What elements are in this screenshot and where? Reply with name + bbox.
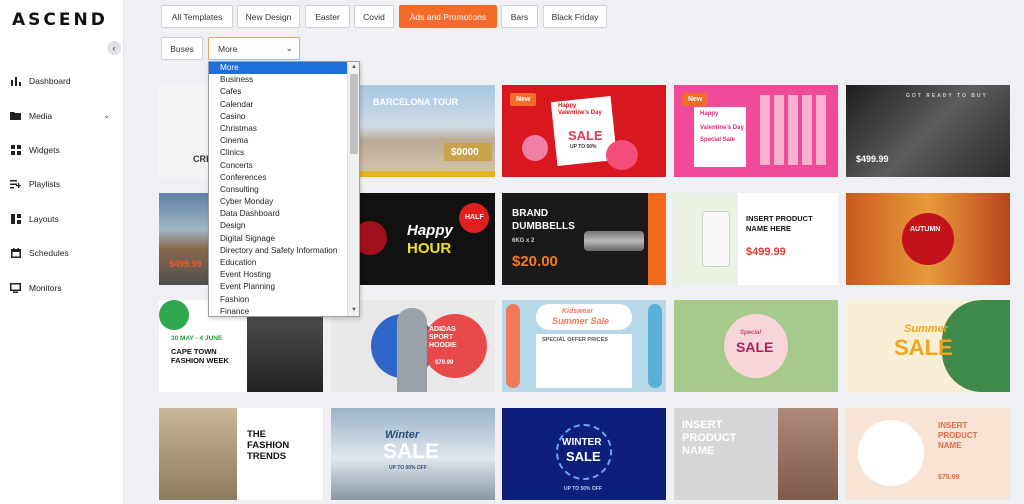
template-card-valentine-pink[interactable]: New Happy Valentine's Day Special Sale [674,85,838,177]
template-card-cosmetics[interactable]: INSERT PRODUCT NAME $75.99 [846,408,1010,500]
folder-icon [10,110,21,121]
template-card-kidswear[interactable]: Kidswear Summer Sale SPECIAL OFFER PRICE… [502,300,666,392]
dropdown-option[interactable]: Digital Signage [209,233,348,245]
dropdown-option[interactable]: Conferences [209,172,348,184]
dumbbell-image [584,231,644,251]
sidebar: ASCEND ‹ Dashboard Media ⌄ Widgets Playl… [0,0,124,504]
template-card-dumbbells[interactable]: BRAND DUMBBELLS 6KG x 2 $20.00 [502,193,666,285]
template-card-winter-sale-blue[interactable]: WINTER SALE UP TO 50% OFF [502,408,666,500]
sidebar-item-label: Dashboard [29,76,71,87]
heart-tiles [760,95,826,165]
sidebar-item-label: Layouts [29,213,59,224]
sidebar-item-label: Media [29,110,53,121]
surfboard-right [648,304,662,388]
grid-icon [10,144,21,155]
template-card-special-sale[interactable]: Special SALE [674,300,838,392]
template-card-summer-sale[interactable]: Summer SALE [846,300,1010,392]
autumn-circle [902,213,954,265]
layout-icon [10,213,21,224]
sidebar-item-label: Monitors [29,282,62,293]
template-card-autumn[interactable]: AUTUMN [846,193,1010,285]
dropdown-option[interactable]: Design [209,220,348,232]
sidebar-item-schedules[interactable]: Schedules [0,236,124,270]
sidebar-item-media[interactable]: Media ⌄ [0,98,124,132]
template-card-product[interactable]: INSERT PRODUCT NAME HERE $499.99 [674,193,838,285]
category-select-value: More [218,43,238,54]
dropdown-option[interactable]: Cinema [209,135,348,147]
dropdown-option[interactable]: Directory and Safety Information [209,245,348,257]
calendar-icon [10,248,21,259]
scroll-up-icon[interactable]: ▲ [348,62,359,73]
monitor-icon [10,282,21,293]
sidebar-item-widgets[interactable]: Widgets [0,133,124,167]
template-card-winter-sale[interactable]: Winter SALE UP TO 50% OFF [331,408,495,500]
bar-chart-icon [10,76,21,87]
template-card-valentine-sale[interactable]: New Happy Valentine's Day SALE UP TO 50% [502,85,666,177]
new-badge: New [510,93,537,106]
playlist-icon [10,179,21,190]
dropdown-option[interactable]: Fashion [209,294,348,306]
dropdown-scrollbar[interactable]: ▲ ▼ [347,62,359,316]
template-card-car[interactable]: GOT READY TO BUY $499.99 [846,85,1010,177]
product-bottle [702,211,730,267]
filter-buses[interactable]: Buses [161,37,203,60]
filter-bars[interactable]: Bars [501,5,538,28]
chevron-down-icon[interactable]: ⌄ [103,111,110,120]
chevron-down-icon: ⌄ [285,43,293,53]
dropdown-option[interactable]: Finance [209,306,348,316]
fashion-photo [159,408,237,500]
template-card-fashion-trends[interactable]: THE FASHION TRENDS [159,408,323,500]
sidebar-item-label: Playlists [29,179,61,190]
filter-black-friday[interactable]: Black Friday [543,5,607,28]
filter-easter[interactable]: Easter [305,5,350,28]
sidebar-nav: Dashboard Media ⌄ Widgets Playlists Layo… [0,64,124,305]
scroll-down-icon[interactable]: ▼ [348,305,359,316]
dropdown-option[interactable]: Consulting [209,184,348,196]
dropdown-option[interactable]: Christmas [209,123,348,135]
chevron-left-icon[interactable]: ‹ [107,41,121,55]
green-dot [159,300,189,330]
dropdown-option[interactable]: Data Dashboard [209,208,348,220]
dropdown-option[interactable]: Business [209,74,348,86]
filter-all-templates[interactable]: All Templates [161,5,233,28]
dropdown-option[interactable]: Event Hosting [209,269,348,281]
dropdown-option[interactable]: Event Planning [209,281,348,293]
dropdown-option[interactable]: More [209,62,348,75]
heart-icon [606,140,638,170]
sidebar-item-dashboard[interactable]: Dashboard [0,64,124,98]
heart-icon [522,135,548,161]
surfboard-left [506,304,520,388]
sidebar-item-monitors[interactable]: Monitors [0,270,124,304]
template-card-skincare[interactable]: INSERT PRODUCT NAME [674,408,838,500]
dropdown-option[interactable]: Casino [209,111,348,123]
filter-ads-and-promotions[interactable]: Ads and Promotions [399,5,497,28]
product-circle [858,420,924,486]
dropdown-option[interactable]: Clinics [209,147,348,159]
filter-covid[interactable]: Covid [354,5,394,28]
scrollbar-thumb[interactable] [350,74,358,154]
accent-strip [648,193,666,285]
dropdown-option[interactable]: Cyber Monday [209,196,348,208]
dropdown-option[interactable]: Concerts [209,160,348,172]
model-photo [397,308,427,392]
sidebar-item-playlists[interactable]: Playlists [0,167,124,201]
dropdown-options: More Business Cafes Calendar Casino Chri… [209,62,348,316]
category-select[interactable]: More ⌄ [208,37,300,60]
sidebar-item-layouts[interactable]: Layouts [0,202,124,236]
dropdown-option[interactable]: Calendar [209,99,348,111]
filter-new-design[interactable]: New Design [237,5,300,28]
sidebar-item-label: Schedules [29,248,69,259]
app-logo: ASCEND [12,10,108,30]
model-photo [778,408,838,500]
sidebar-item-label: Widgets [29,144,60,155]
dropdown-option[interactable]: Cafes [209,86,348,98]
new-badge: New [682,93,709,106]
category-dropdown[interactable]: More Business Cafes Calendar Casino Chri… [208,61,360,317]
dropdown-option[interactable]: Education [209,257,348,269]
